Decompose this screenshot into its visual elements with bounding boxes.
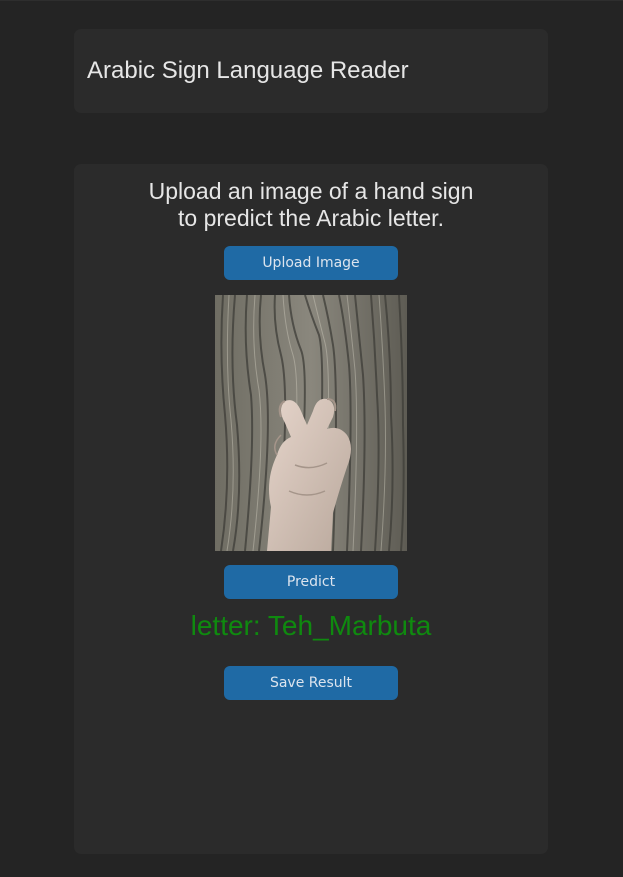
- instructions: Upload an image of a hand sign to predic…: [74, 178, 548, 232]
- predict-button[interactable]: Predict: [224, 565, 398, 599]
- header-panel: Arabic Sign Language Reader: [74, 29, 548, 113]
- upload-image-button[interactable]: Upload Image: [224, 246, 398, 280]
- hand-sign-image: [215, 295, 407, 551]
- main-panel: Upload an image of a hand sign to predic…: [74, 164, 548, 854]
- instruction-line-1: Upload an image of a hand sign: [148, 178, 474, 204]
- instruction-line-2: to predict the Arabic letter.: [178, 205, 444, 231]
- prediction-result: letter: Teh_Marbuta: [190, 610, 432, 641]
- app-window: Arabic Sign Language Reader Upload an im…: [0, 0, 623, 877]
- save-result-button[interactable]: Save Result: [224, 666, 398, 700]
- app-title: Arabic Sign Language Reader: [87, 57, 409, 84]
- hand-sign-photo-icon: [215, 295, 407, 551]
